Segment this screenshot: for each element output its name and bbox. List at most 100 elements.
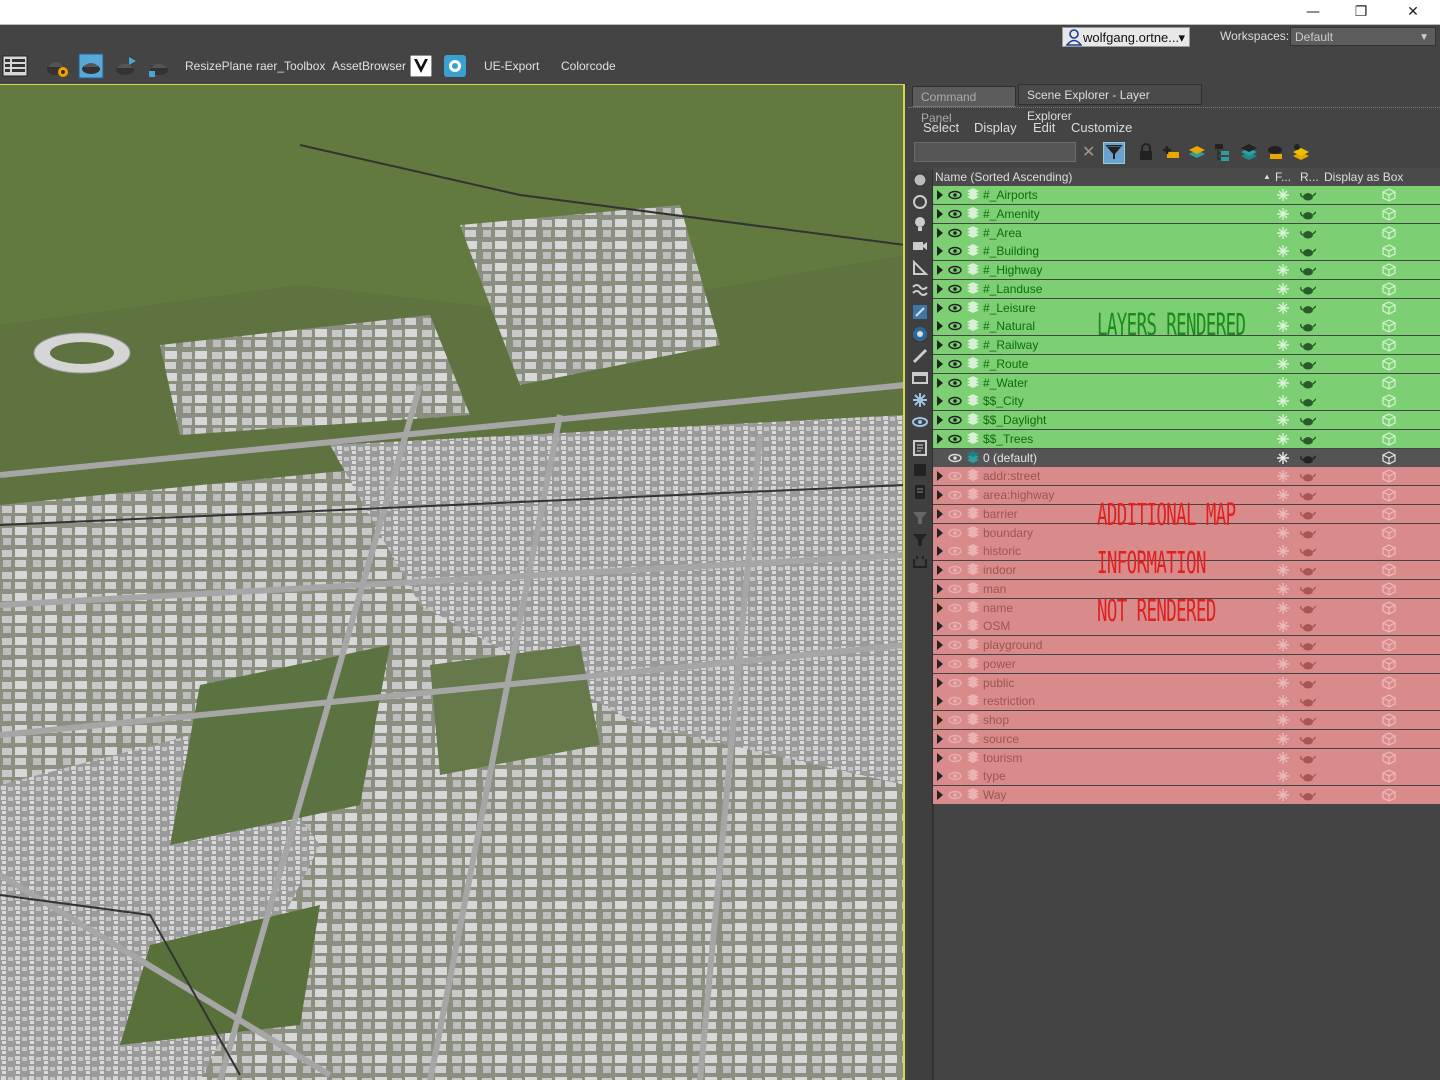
freeze-snowflake-icon[interactable] [1276, 432, 1290, 446]
layer-row[interactable]: type [933, 767, 1440, 786]
display-box-icon[interactable] [1382, 282, 1396, 296]
notes-icon[interactable] [912, 440, 928, 456]
display-box-icon[interactable] [1382, 600, 1396, 615]
render-teapot-icon[interactable] [1300, 507, 1316, 521]
freeze-snowflake-icon[interactable] [1276, 751, 1290, 765]
filter-toggle-icon[interactable] [1103, 142, 1125, 164]
square-filter-icon[interactable] [912, 462, 928, 478]
freeze-snowflake-icon[interactable] [1276, 488, 1290, 502]
visibility-eye-icon[interactable] [948, 340, 962, 350]
layer-name[interactable]: power [983, 657, 1016, 671]
visibility-eye-icon[interactable] [948, 546, 962, 556]
expand-arrow-icon[interactable] [937, 621, 943, 632]
render-teapot-icon[interactable] [1300, 788, 1316, 802]
add-to-layer-icon[interactable] [1187, 142, 1207, 162]
layer-name[interactable]: type [983, 769, 1006, 783]
container-filter-icon[interactable] [912, 370, 928, 386]
layer-name[interactable]: #_Leisure [983, 301, 1036, 315]
freeze-snowflake-icon[interactable] [1276, 188, 1290, 202]
freeze-snowflake-icon[interactable] [1276, 244, 1290, 258]
expand-arrow-icon[interactable] [937, 415, 943, 425]
layer-name[interactable]: boundary [983, 526, 1033, 540]
display-box-icon[interactable] [1382, 713, 1396, 727]
render-teapot-icon[interactable] [1300, 469, 1316, 483]
expand-arrow-icon[interactable] [937, 433, 943, 444]
layer-name[interactable]: shop [983, 713, 1009, 727]
expand-arrow-icon[interactable] [937, 546, 943, 557]
unreal-export-icon[interactable] [444, 55, 466, 77]
layer-name[interactable]: tourism [983, 751, 1022, 765]
layer-name[interactable]: source [983, 732, 1019, 746]
render-teapot-icon[interactable] [1300, 751, 1316, 765]
camera-filter-icon[interactable] [912, 238, 928, 254]
visibility-eye-icon[interactable] [948, 434, 962, 444]
display-box-icon[interactable] [1382, 582, 1396, 596]
xref-filter-icon[interactable] [912, 326, 928, 342]
layer-row[interactable]: power [933, 654, 1440, 673]
expand-arrow-icon[interactable] [937, 602, 943, 613]
layer-name[interactable]: restriction [983, 694, 1035, 708]
restore-button[interactable]: ❐ [1338, 0, 1384, 24]
freeze-snowflake-icon[interactable] [1276, 413, 1290, 427]
layer-name[interactable]: #_Airports [983, 188, 1038, 202]
expand-arrow-icon[interactable] [937, 715, 943, 725]
menu-edit[interactable]: Edit [1033, 120, 1055, 135]
layer-row[interactable]: addr:street [933, 467, 1440, 486]
visibility-eye-icon[interactable] [948, 284, 962, 294]
raer-toolbox-button[interactable]: raer_Toolbox [256, 59, 325, 73]
freeze-snowflake-icon[interactable] [1276, 788, 1290, 802]
layer-row[interactable]: Way [933, 786, 1440, 804]
resize-plane-button[interactable]: ResizePlane [185, 59, 252, 73]
freeze-snowflake-icon[interactable] [1276, 526, 1290, 540]
display-box-icon[interactable] [1382, 338, 1396, 352]
lock-icon[interactable] [1136, 142, 1156, 162]
visibility-eye-icon[interactable] [948, 603, 962, 613]
render-teapot-icon[interactable] [1300, 357, 1316, 371]
freeze-snowflake-icon[interactable] [1276, 507, 1290, 521]
layer-row[interactable]: public [933, 673, 1440, 692]
expand-arrow-icon[interactable] [937, 752, 943, 763]
display-box-icon[interactable] [1382, 638, 1396, 652]
render-teapot-icon[interactable] [1300, 376, 1316, 390]
display-box-icon[interactable] [1382, 375, 1396, 390]
display-box-icon[interactable] [1382, 188, 1396, 202]
display-box-icon[interactable] [1382, 525, 1396, 540]
display-box-icon[interactable] [1382, 263, 1396, 277]
freeze-snowflake-icon[interactable] [1276, 357, 1290, 371]
column-render-header[interactable]: R... [1300, 170, 1319, 184]
column-frozen-header[interactable]: F... [1275, 170, 1291, 184]
render-teapot-icon[interactable] [1300, 694, 1316, 708]
expand-arrow-icon[interactable] [937, 508, 943, 519]
visibility-eye-icon[interactable] [948, 640, 962, 650]
display-box-icon[interactable] [1382, 225, 1396, 240]
freeze-snowflake-icon[interactable] [1276, 582, 1290, 596]
layer-name[interactable]: man [983, 582, 1006, 596]
display-box-icon[interactable] [1382, 450, 1396, 465]
freeze-snowflake-icon[interactable] [1276, 451, 1290, 465]
display-box-icon[interactable] [1382, 394, 1396, 408]
display-box-icon[interactable] [1382, 544, 1396, 558]
layer-row[interactable]: source [933, 729, 1440, 748]
expand-arrow-icon[interactable] [937, 208, 943, 219]
freeze-snowflake-icon[interactable] [1276, 544, 1290, 558]
layer-row[interactable]: shop [933, 711, 1440, 729]
freeze-snowflake-icon[interactable] [1276, 226, 1290, 240]
render-teapot-icon[interactable] [1300, 319, 1316, 333]
hidden-filter-icon[interactable] [912, 414, 928, 430]
freeze-snowflake-icon[interactable] [1276, 207, 1290, 221]
render-teapot-icon[interactable] [1300, 619, 1316, 633]
layer-name[interactable]: public [983, 676, 1014, 690]
display-box-icon[interactable] [1382, 300, 1396, 315]
doc-filter-icon[interactable] [912, 484, 928, 500]
freeze-snowflake-icon[interactable] [1276, 263, 1290, 277]
clear-search-icon[interactable]: ✕ [1082, 142, 1095, 162]
layer-row[interactable]: #_Highway [933, 261, 1440, 279]
visibility-eye-icon[interactable] [948, 678, 962, 688]
display-box-icon[interactable] [1382, 675, 1396, 690]
display-box-icon[interactable] [1382, 769, 1396, 783]
layer-row[interactable]: #_Amenity [933, 204, 1440, 223]
layer-name[interactable]: area:highway [983, 488, 1054, 502]
layer-row[interactable]: $$_Trees [933, 429, 1440, 448]
menu-customize[interactable]: Customize [1071, 120, 1132, 135]
layer-objects-icon[interactable] [1265, 142, 1285, 162]
